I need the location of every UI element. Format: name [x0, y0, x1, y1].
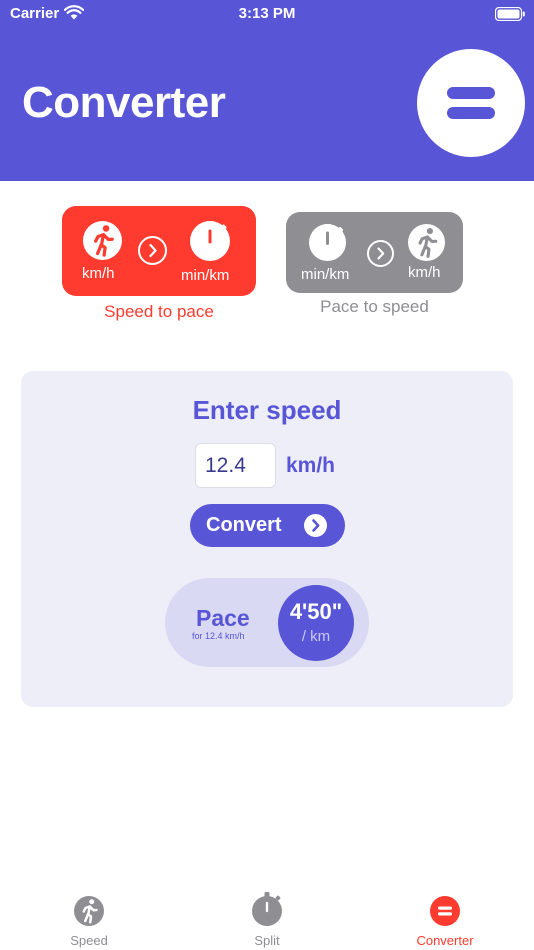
battery-icon: [495, 7, 525, 21]
status-bar: Carrier 3:13 PM: [0, 0, 534, 30]
stopwatch-icon: [190, 219, 230, 261]
header: Carrier 3:13 PM Converter: [0, 0, 534, 181]
clock: 3:13 PM: [238, 5, 296, 22]
tab-converter[interactable]: Converter: [356, 882, 534, 950]
tab-speed[interactable]: Speed: [0, 882, 178, 950]
equals-icon: [430, 896, 460, 926]
equals-icon-bottom-bar: [447, 107, 495, 119]
pace-unit: / km: [301, 628, 331, 645]
pace-value: 4'50": [289, 599, 343, 624]
pace-label: Pace: [196, 605, 250, 631]
mode-from-unit: min/km: [301, 266, 350, 283]
converter-card: Enter speed km/h Convert Pace for 12.4 k…: [21, 371, 513, 707]
pace-result: Pace for 12.4 km/h 4'50" / km: [165, 578, 369, 667]
tab-label: Converter: [416, 933, 474, 948]
equals-menu-button[interactable]: [417, 49, 525, 157]
pace-to-speed-caption: Pace to speed: [320, 297, 429, 316]
speed-to-pace-caption: Speed to pace: [104, 302, 214, 321]
chevron-right-icon: [138, 236, 167, 265]
tab-split[interactable]: Split: [178, 882, 356, 950]
tab-bar: Speed Split Converter: [0, 882, 534, 950]
speed-input[interactable]: [195, 443, 276, 488]
mode-from-unit: km/h: [82, 265, 115, 282]
tab-label: Speed: [70, 933, 108, 948]
pace-subtitle: for 12.4 km/h: [192, 631, 245, 641]
convert-button-label: Convert: [206, 514, 282, 536]
stopwatch-icon: [252, 892, 282, 926]
equals-icon-top-bar: [447, 87, 495, 99]
runner-icon: [408, 224, 445, 261]
card-title: Enter speed: [192, 395, 342, 425]
page-title: Converter: [22, 78, 226, 127]
mode-to-unit: min/km: [181, 267, 230, 284]
chevron-right-icon: [367, 240, 394, 267]
pace-to-speed-mode-button[interactable]: min/km km/h: [286, 212, 463, 293]
convert-button[interactable]: Convert: [190, 504, 345, 547]
stopwatch-icon: [309, 222, 346, 261]
runner-icon: [74, 896, 104, 926]
chevron-right-icon: [304, 514, 327, 537]
speed-to-pace-mode-button[interactable]: km/h min/km: [62, 206, 256, 296]
tab-label: Split: [254, 933, 280, 948]
pace-value-badge: 4'50" / km: [278, 585, 354, 661]
mode-to-unit: km/h: [408, 264, 441, 281]
runner-icon: [83, 221, 122, 260]
speed-unit-label: km/h: [286, 454, 336, 477]
